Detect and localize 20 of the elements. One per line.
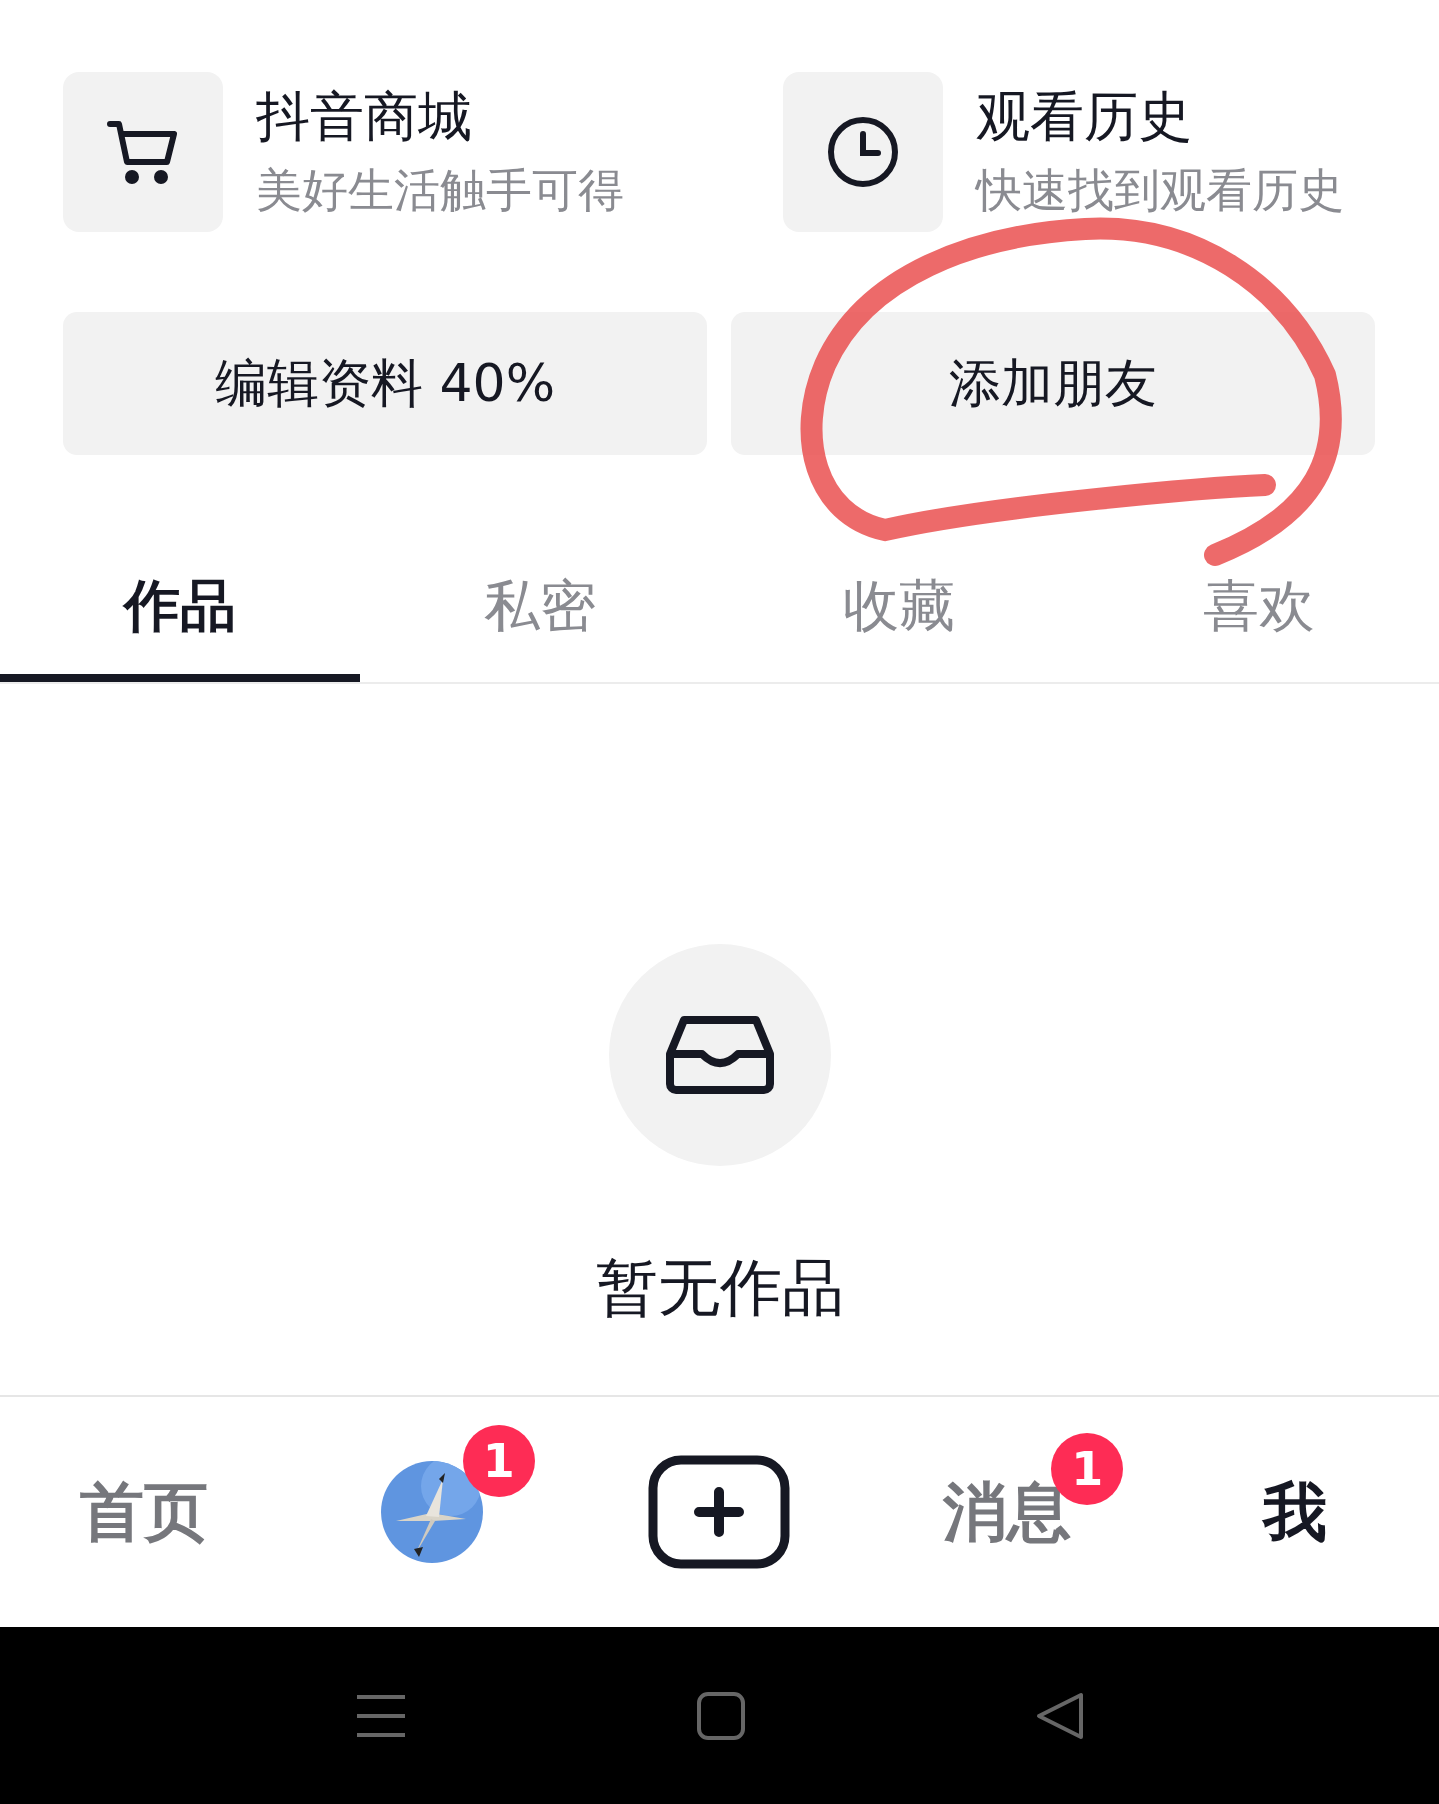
menu-icon[interactable] (354, 1692, 407, 1739)
shortcut-title[interactable]: 抖音商城 (256, 86, 624, 148)
home-button-icon[interactable] (696, 1691, 745, 1740)
profile-action-button[interactable]: 编辑资料 40% (63, 312, 707, 455)
profile-action-button[interactable]: 添加朋友 (731, 312, 1375, 455)
empty-title: 暂无作品 (595, 1250, 844, 1326)
shortcut-subtitle: 美好生活触手可得 (256, 162, 624, 218)
add-icon[interactable] (648, 1455, 791, 1569)
nav-tab[interactable]: 首页 (79, 1468, 208, 1556)
shortcut-title[interactable]: 观看历史 (976, 86, 1344, 148)
clock-icon (826, 115, 900, 189)
content-tab[interactable]: 作品 (0, 540, 360, 682)
inbox-icon (665, 1016, 774, 1094)
nav-tab[interactable]: 我 (1263, 1468, 1328, 1556)
back-icon[interactable] (1034, 1690, 1085, 1741)
notification-badge: 1 (462, 1425, 535, 1497)
shortcut-icon-tile[interactable] (783, 72, 943, 232)
shortcut-subtitle: 快速找到观看历史 (976, 162, 1344, 218)
cart-icon (106, 119, 180, 185)
shortcut-icon-tile[interactable] (63, 72, 223, 232)
